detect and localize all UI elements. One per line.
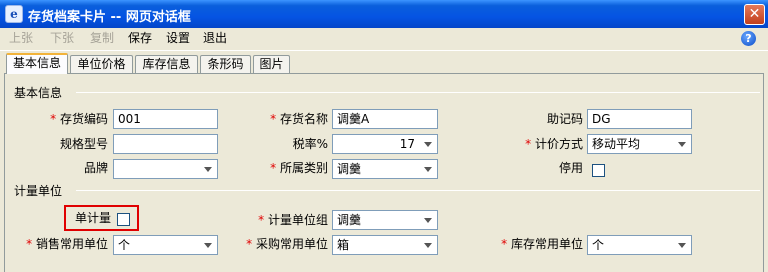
category-select[interactable]: 调羹 <box>332 159 438 179</box>
section-title-units: 计量单位 <box>14 184 63 198</box>
mnemonic-label: 助记码 <box>546 112 583 126</box>
name-label: * 存货名称 <box>270 112 328 126</box>
purchase-unit-value: 箱 <box>337 238 350 252</box>
tab-basic-info[interactable]: 基本信息 <box>6 53 68 74</box>
unit-group-select[interactable]: 调羹 <box>332 210 438 230</box>
single-unit-label: 单计量 <box>74 211 111 225</box>
chevron-down-icon <box>424 167 432 172</box>
copy-button[interactable]: 复制 <box>90 30 114 46</box>
category-value: 调羹 <box>337 162 362 176</box>
chevron-down-icon <box>424 243 432 248</box>
sales-unit-label: * 销售常用单位 <box>26 237 108 251</box>
help-icon[interactable]: ? <box>741 31 756 46</box>
tab-barcode[interactable]: 条形码 <box>200 55 251 73</box>
sales-unit-value: 个 <box>118 238 131 252</box>
chevron-down-icon <box>204 243 212 248</box>
chevron-down-icon <box>678 243 686 248</box>
code-label: * 存货编码 <box>50 112 108 126</box>
stock-unit-label: * 库存常用单位 <box>501 237 583 251</box>
disabled-label: 停用 <box>558 161 583 175</box>
purchase-unit-select[interactable]: 箱 <box>332 235 438 255</box>
section-divider <box>76 92 760 93</box>
exit-button[interactable]: 退出 <box>203 30 227 46</box>
chevron-down-icon <box>678 142 686 147</box>
pricing-method-select[interactable]: 移动平均 <box>587 134 692 154</box>
disabled-checkbox[interactable] <box>592 164 605 177</box>
spec-label: 规格型号 <box>59 137 108 151</box>
sales-unit-select[interactable]: 个 <box>113 235 218 255</box>
title-bar: e 存货档案卡片 -- 网页对话框 ✕ <box>0 0 768 28</box>
tab-picture[interactable]: 图片 <box>253 55 290 73</box>
toolbar-divider <box>0 50 768 51</box>
category-label: * 所属类别 <box>270 161 328 175</box>
brand-select[interactable] <box>113 159 218 179</box>
section-title-basic: 基本信息 <box>14 86 63 100</box>
spec-input[interactable] <box>113 134 218 154</box>
close-button[interactable]: ✕ <box>744 4 765 25</box>
tax-rate-select[interactable]: 17 <box>332 134 438 154</box>
settings-button[interactable]: 设置 <box>166 30 190 46</box>
tab-unit-price[interactable]: 单位价格 <box>70 55 133 73</box>
prev-record-button[interactable]: 上张 <box>9 30 33 46</box>
single-unit-checkbox[interactable] <box>117 213 130 226</box>
chevron-down-icon <box>424 218 432 223</box>
pricing-method-label: * 计价方式 <box>525 137 583 151</box>
ie-icon: e <box>5 5 23 23</box>
window-title: 存货档案卡片 -- 网页对话框 <box>28 10 191 25</box>
tab-inventory-info[interactable]: 库存信息 <box>135 55 198 73</box>
section-divider <box>76 190 760 191</box>
tax-rate-value: 17 <box>399 137 415 151</box>
brand-label: 品牌 <box>83 161 108 175</box>
unit-group-label: * 计量单位组 <box>258 213 328 227</box>
chevron-down-icon <box>424 142 432 147</box>
toolbar: 上张 下张 复制 保存 设置 退出 <box>0 28 768 50</box>
mnemonic-input[interactable]: DG <box>587 109 692 129</box>
next-record-button[interactable]: 下张 <box>50 30 74 46</box>
code-input[interactable]: 001 <box>113 109 218 129</box>
name-input[interactable]: 调羹A <box>332 109 438 129</box>
stock-unit-select[interactable]: 个 <box>587 235 692 255</box>
chevron-down-icon <box>204 167 212 172</box>
tax-rate-label: 税率% <box>292 137 328 151</box>
purchase-unit-label: * 采购常用单位 <box>246 237 328 251</box>
unit-group-value: 调羹 <box>337 213 362 227</box>
pricing-method-value: 移动平均 <box>592 137 641 151</box>
save-button[interactable]: 保存 <box>128 30 152 46</box>
stock-unit-value: 个 <box>592 238 605 252</box>
